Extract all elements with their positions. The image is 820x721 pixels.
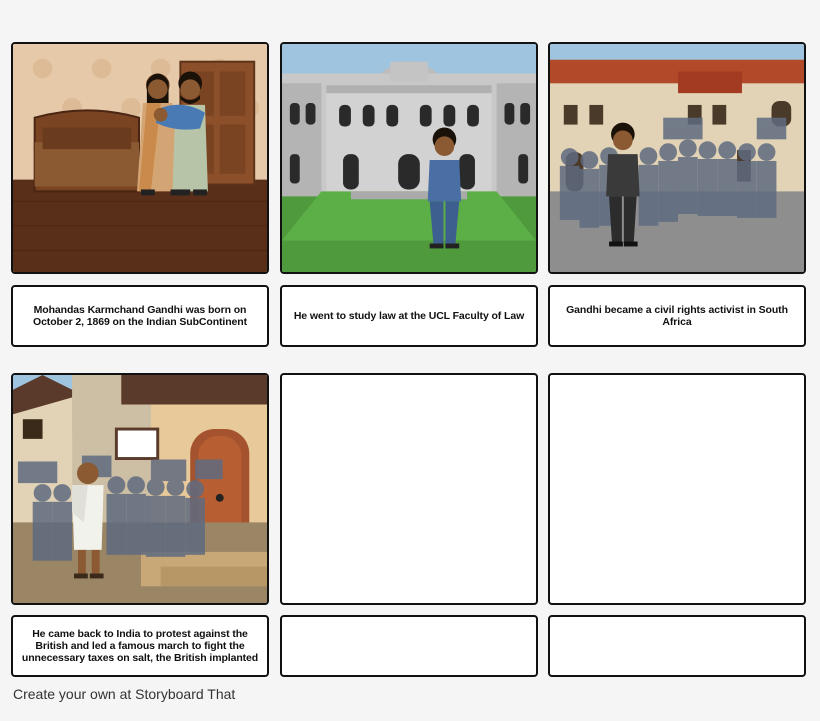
storyboard-caption-5 xyxy=(280,615,538,677)
storyboard-caption-1: Mohandas Karmchand Gandhi was born on Oc… xyxy=(11,285,269,347)
storyboard-panel-3-scene xyxy=(548,42,806,274)
caption-text: Mohandas Karmchand Gandhi was born on Oc… xyxy=(33,304,247,328)
ucl-building-illustration xyxy=(282,44,536,272)
birth-room-illustration xyxy=(13,44,267,272)
storyboard-panel-1-scene xyxy=(11,42,269,274)
storyboard-that-footer: Create your own at Storyboard That xyxy=(13,686,236,702)
storyboard-caption-4: He came back to India to protest against… xyxy=(11,615,269,677)
storyboard-panel-2-scene xyxy=(280,42,538,274)
caption-text: Gandhi became a civil rights activist in… xyxy=(566,304,788,328)
storyboard-caption-2: He went to study law at the UCL Faculty … xyxy=(280,285,538,347)
caption-text: He came back to India to protest against… xyxy=(21,628,259,664)
storyboard-caption-3: Gandhi became a civil rights activist in… xyxy=(548,285,806,347)
storyboard-caption-6 xyxy=(548,615,806,677)
salt-march-protest-illustration xyxy=(13,375,267,603)
caption-text: He went to study law at the UCL Faculty … xyxy=(293,310,525,322)
south-africa-protest-illustration xyxy=(550,44,804,272)
storyboard-panel-4-scene xyxy=(11,373,269,605)
storyboard-panel-5-empty xyxy=(280,373,538,605)
storyboard-panel-6-empty xyxy=(548,373,806,605)
